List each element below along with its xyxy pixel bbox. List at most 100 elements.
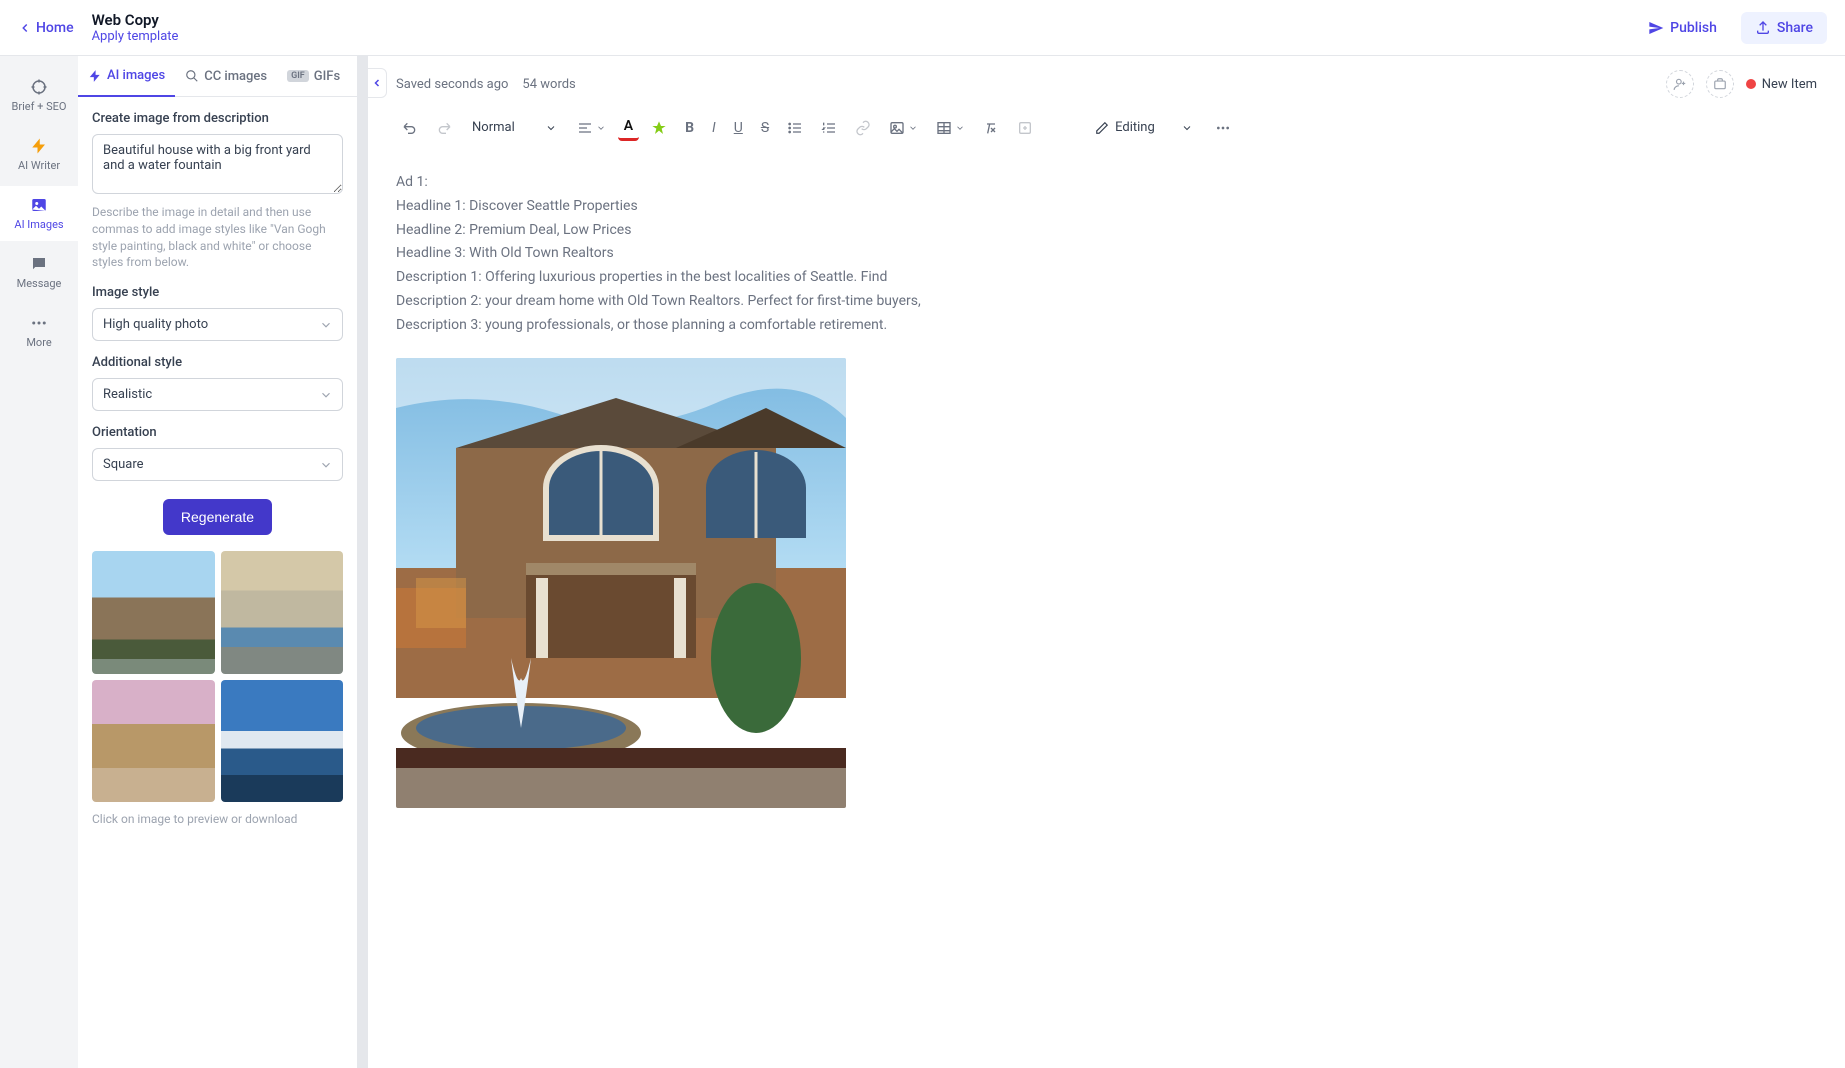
numbered-list-icon bbox=[821, 120, 837, 136]
tab-label: GIFs bbox=[314, 69, 340, 84]
dots-icon bbox=[30, 314, 48, 332]
content-line: Headline 1: Discover Seattle Properties bbox=[396, 195, 1817, 219]
upload-icon bbox=[1755, 20, 1771, 36]
link-icon bbox=[855, 120, 871, 136]
rail-item-message[interactable]: Message bbox=[0, 245, 78, 300]
regenerate-button[interactable]: Regenerate bbox=[163, 499, 272, 535]
text-color-icon: A bbox=[624, 118, 633, 134]
chevron-down-icon bbox=[1181, 122, 1193, 134]
highlight-button[interactable] bbox=[645, 116, 673, 140]
share-button[interactable]: Share bbox=[1741, 12, 1827, 44]
user-plus-icon bbox=[1673, 77, 1687, 91]
insert-block-button[interactable] bbox=[1011, 116, 1039, 140]
pencil-icon bbox=[1095, 121, 1109, 135]
rail-item-ai-writer[interactable]: AI Writer bbox=[0, 127, 78, 182]
more-button[interactable] bbox=[1209, 116, 1237, 140]
bullet-list-icon bbox=[787, 120, 803, 136]
content-line: Headline 3: With Old Town Realtors bbox=[396, 242, 1817, 266]
image-icon bbox=[889, 120, 905, 136]
numbered-list-button[interactable] bbox=[815, 116, 843, 140]
tab-cc-images[interactable]: CC images bbox=[175, 56, 277, 96]
strikethrough-button[interactable]: S bbox=[755, 116, 775, 140]
panel-scrollbar[interactable] bbox=[358, 56, 368, 1068]
chevron-down-icon bbox=[596, 123, 606, 133]
image-style-label: Image style bbox=[92, 285, 343, 300]
add-user-button[interactable] bbox=[1666, 70, 1694, 98]
header-titles: Web Copy Apply template bbox=[92, 11, 179, 44]
description-input[interactable] bbox=[92, 134, 343, 194]
share-label: Share bbox=[1777, 20, 1813, 36]
undo-button[interactable] bbox=[396, 116, 424, 140]
target-icon bbox=[30, 78, 48, 96]
content-line: Headline 2: Premium Deal, Low Prices bbox=[396, 219, 1817, 243]
bolt-icon bbox=[88, 69, 102, 83]
generated-thumbnail[interactable] bbox=[92, 680, 215, 803]
new-item-indicator[interactable]: New Item bbox=[1746, 77, 1817, 92]
publish-button[interactable]: Publish bbox=[1634, 12, 1731, 44]
editing-mode-select[interactable]: Editing bbox=[1085, 116, 1203, 139]
chevron-left-icon bbox=[371, 77, 383, 89]
rail-item-ai-images[interactable]: AI Images bbox=[0, 186, 78, 241]
bold-button[interactable]: B bbox=[679, 116, 700, 140]
text-color-button[interactable]: A bbox=[618, 114, 639, 141]
image-style-select[interactable]: High quality photo bbox=[92, 308, 343, 341]
insert-image-button[interactable] bbox=[883, 116, 924, 140]
orientation-label: Orientation bbox=[92, 425, 343, 440]
generated-thumbnail[interactable] bbox=[221, 551, 344, 674]
content-line: Description 1: Offering luxurious proper… bbox=[396, 266, 1817, 290]
briefcase-button[interactable] bbox=[1706, 70, 1734, 98]
rail-item-brief-seo[interactable]: Brief + SEO bbox=[0, 68, 78, 123]
tab-ai-images[interactable]: AI images bbox=[78, 56, 175, 97]
chevron-down-icon bbox=[545, 122, 557, 134]
tab-gifs[interactable]: GIF GIFs bbox=[277, 56, 350, 96]
word-count: 54 words bbox=[522, 77, 575, 92]
chevron-down-icon bbox=[955, 123, 965, 133]
orientation-select[interactable]: Square bbox=[92, 448, 343, 481]
italic-button[interactable]: I bbox=[706, 116, 722, 140]
underline-icon: U bbox=[734, 120, 743, 136]
generated-thumbnail[interactable] bbox=[92, 551, 215, 674]
content-line: Ad 1: bbox=[396, 171, 1817, 195]
left-rail: Brief + SEO AI Writer AI Images Message … bbox=[0, 56, 78, 1068]
send-icon bbox=[1648, 20, 1664, 36]
underline-button[interactable]: U bbox=[728, 116, 749, 140]
chevron-left-icon bbox=[18, 21, 32, 35]
panel-tabs: AI images CC images GIF GIFs bbox=[78, 56, 357, 97]
editor-area: Saved seconds ago 54 words New Item bbox=[368, 56, 1845, 1068]
additional-style-select[interactable]: Realistic bbox=[92, 378, 343, 411]
strikethrough-icon: S bbox=[761, 120, 769, 136]
side-panel: AI images CC images GIF GIFs Create imag… bbox=[78, 56, 358, 1068]
clear-format-icon bbox=[983, 120, 999, 136]
home-link[interactable]: Home bbox=[18, 20, 74, 36]
additional-style-label: Additional style bbox=[92, 355, 343, 370]
collapse-panel-toggle[interactable] bbox=[367, 68, 387, 98]
content-line: Description 2: your dream home with Old … bbox=[396, 290, 1817, 314]
rail-item-more[interactable]: More bbox=[0, 304, 78, 359]
align-left-icon bbox=[577, 120, 593, 136]
rail-label: More bbox=[26, 336, 51, 349]
format-label: Normal bbox=[472, 120, 515, 135]
bullet-list-button[interactable] bbox=[781, 116, 809, 140]
bolt-icon bbox=[30, 137, 48, 155]
rail-label: AI Images bbox=[14, 218, 63, 231]
redo-button[interactable] bbox=[430, 116, 458, 140]
generated-thumbnail[interactable] bbox=[221, 680, 344, 803]
plus-block-icon bbox=[1017, 120, 1033, 136]
format-select[interactable]: Normal bbox=[464, 116, 565, 139]
table-button[interactable] bbox=[930, 116, 971, 140]
link-button[interactable] bbox=[849, 116, 877, 140]
inserted-image[interactable] bbox=[396, 358, 846, 808]
rail-label: AI Writer bbox=[18, 159, 60, 172]
tab-label: AI images bbox=[107, 68, 165, 83]
chat-icon bbox=[30, 255, 48, 273]
clear-format-button[interactable] bbox=[977, 116, 1005, 140]
search-icon bbox=[185, 69, 199, 83]
document-body[interactable]: Ad 1: Headline 1: Discover Seattle Prope… bbox=[368, 151, 1845, 1068]
home-label: Home bbox=[36, 20, 74, 36]
description-help: Describe the image in detail and then us… bbox=[92, 204, 343, 271]
table-icon bbox=[936, 120, 952, 136]
apply-template-link[interactable]: Apply template bbox=[92, 29, 179, 44]
align-button[interactable] bbox=[571, 116, 612, 140]
tab-label: CC images bbox=[204, 69, 267, 84]
dots-icon bbox=[1215, 120, 1231, 136]
